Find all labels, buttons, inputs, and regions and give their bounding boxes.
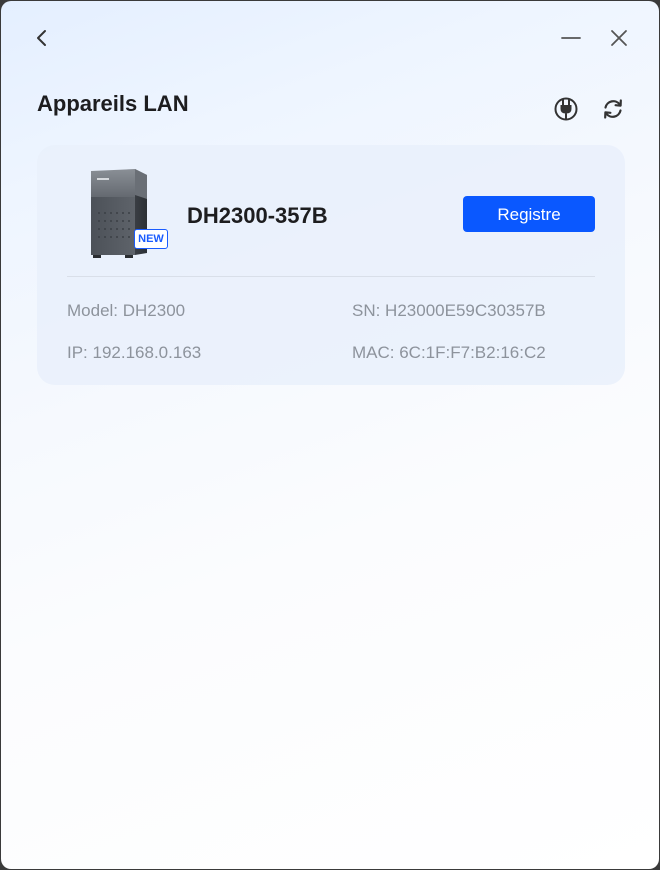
device-serial-number: SN: H23000E59C30357B: [352, 301, 546, 320]
plug-icon: [554, 97, 578, 121]
device-model: Model: DH2300: [67, 301, 186, 320]
power-connect-button[interactable]: [551, 94, 581, 124]
back-button[interactable]: [27, 23, 57, 53]
device-ip-address: IP: 192.168.0.163: [67, 343, 202, 362]
chevron-left-icon: [37, 30, 46, 46]
refresh-icon: [604, 99, 622, 119]
minimize-button[interactable]: [556, 23, 586, 53]
refresh-button[interactable]: [598, 94, 628, 124]
register-button[interactable]: Registre: [463, 196, 595, 232]
page-title: Appareils LAN: [37, 91, 189, 116]
close-button[interactable]: [604, 23, 634, 53]
device-card: NEW DH2300-357B Registre Model: DH2300 S…: [37, 145, 625, 385]
device-name: DH2300-357B: [187, 203, 328, 228]
card-divider: [67, 276, 595, 277]
close-icon: [611, 30, 627, 46]
device-mac-address: MAC: 6C:1F:F7:B2:16:C2: [352, 343, 546, 362]
lan-devices-window: Appareils LAN NEW DH2300-357B Registre M…: [1, 1, 659, 869]
minimize-icon: [561, 37, 581, 39]
new-badge: NEW: [134, 229, 168, 249]
